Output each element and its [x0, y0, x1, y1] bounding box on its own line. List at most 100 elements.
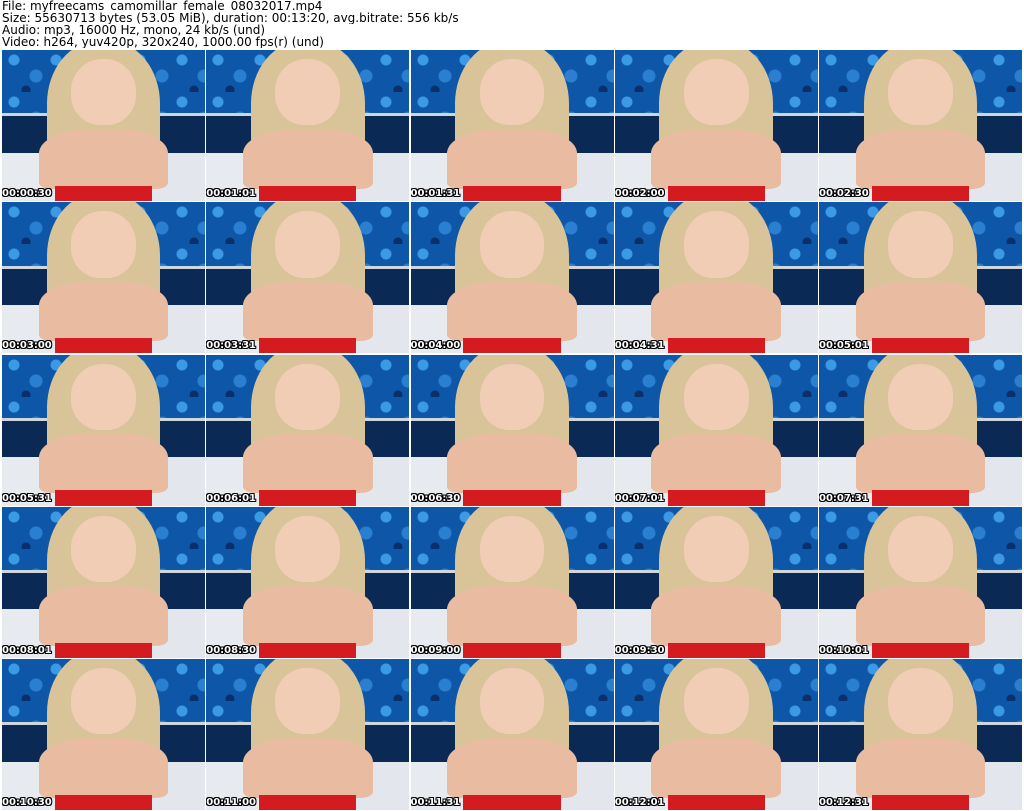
- body-shape: [38, 737, 169, 798]
- video-thumbnail: 00:01:31: [410, 50, 614, 201]
- red-top-shape: [259, 490, 357, 506]
- body-shape: [242, 433, 373, 494]
- body-shape: [38, 585, 169, 646]
- thumbnail-timestamp: 00:06:01: [206, 492, 256, 504]
- video-thumbnail: 00:10:30: [2, 659, 205, 810]
- video-thumbnail: 00:03:31: [206, 202, 410, 354]
- red-top-shape: [259, 794, 357, 810]
- body-shape: [651, 585, 782, 646]
- thumbnail-timestamp: 00:01:31: [410, 188, 461, 199]
- thumbnail-timestamp: 00:05:01: [819, 340, 869, 352]
- video-thumbnail: 00:12:31: [819, 659, 1022, 810]
- face-shape: [71, 363, 136, 430]
- thumbnail-timestamp: 00:00:30: [2, 188, 52, 199]
- thumbnail-timestamp: 00:08:01: [2, 644, 52, 656]
- red-top-shape: [54, 185, 153, 201]
- body-shape: [38, 128, 169, 189]
- face-shape: [683, 668, 749, 735]
- video-thumbnail: 00:09:30: [614, 506, 818, 658]
- video-thumbnail: 00:09:00: [410, 506, 614, 658]
- thumbnail-timestamp: 00:02:00: [614, 188, 665, 199]
- body-shape: [651, 433, 782, 494]
- face-shape: [683, 211, 749, 278]
- red-top-shape: [259, 338, 357, 354]
- face-shape: [683, 59, 749, 126]
- video-thumbnail: 00:01:01: [206, 50, 410, 201]
- file-size-line: Size: 55630713 bytes (53.05 MiB), durati…: [2, 12, 459, 24]
- body-shape: [242, 128, 373, 189]
- video-thumbnail: 00:08:01: [2, 506, 205, 658]
- video-thumbnail: 00:12:01: [614, 659, 818, 810]
- red-top-shape: [259, 185, 357, 201]
- thumbnail-timestamp: 00:06:30: [410, 492, 461, 504]
- thumbnail-timestamp: 00:11:00: [206, 797, 256, 808]
- thumbnail-timestamp: 00:12:01: [614, 797, 665, 808]
- file-name-line: File: myfreecams_camomillar_female_08032…: [2, 0, 323, 12]
- thumbnail-timestamp: 00:03:31: [206, 340, 256, 352]
- face-shape: [479, 515, 545, 583]
- body-shape: [447, 433, 577, 494]
- red-top-shape: [259, 642, 357, 658]
- video-thumbnail: 00:02:30: [819, 50, 1022, 201]
- red-top-shape: [463, 185, 561, 201]
- video-thumbnail: 00:04:31: [614, 202, 818, 354]
- thumbnail-timestamp: 00:01:01: [206, 188, 256, 199]
- body-shape: [855, 280, 986, 342]
- face-shape: [479, 668, 545, 735]
- file-info-header: File: myfreecams_camomillar_female_08032…: [2, 0, 1022, 50]
- red-top-shape: [871, 338, 970, 354]
- face-shape: [71, 515, 136, 583]
- video-thumbnail: 00:06:30: [410, 354, 614, 506]
- face-shape: [71, 211, 136, 278]
- body-shape: [855, 585, 986, 646]
- thumbnail-timestamp: 00:10:01: [819, 644, 869, 656]
- video-thumbnail: 00:06:01: [206, 354, 410, 506]
- red-top-shape: [667, 794, 765, 810]
- face-shape: [888, 515, 953, 583]
- video-thumbnail: 00:03:00: [2, 202, 205, 354]
- face-shape: [275, 59, 341, 126]
- video-thumbnail: 00:05:01: [819, 202, 1022, 354]
- thumbnail-timestamp: 00:09:00: [410, 644, 461, 656]
- body-shape: [651, 737, 782, 798]
- face-shape: [888, 668, 953, 735]
- face-shape: [479, 59, 545, 126]
- body-shape: [447, 585, 577, 646]
- body-shape: [38, 433, 169, 494]
- body-shape: [447, 128, 577, 189]
- red-top-shape: [463, 338, 561, 354]
- face-shape: [888, 363, 953, 430]
- thumbnail-timestamp: 00:07:01: [614, 492, 665, 504]
- body-shape: [242, 280, 373, 342]
- red-top-shape: [463, 490, 561, 506]
- thumbnail-timestamp: 00:10:30: [2, 797, 52, 808]
- thumbnail-grid: 00:00:30 00:01:01 00:01:31 00:02:00 00:02:30…: [2, 50, 1022, 810]
- red-top-shape: [871, 185, 970, 201]
- red-top-shape: [667, 338, 765, 354]
- red-top-shape: [54, 794, 153, 810]
- video-thumbnail: 00:04:00: [410, 202, 614, 354]
- video-thumbnail: 00:11:00: [206, 659, 410, 810]
- red-top-shape: [54, 490, 153, 506]
- body-shape: [242, 585, 373, 646]
- red-top-shape: [871, 642, 970, 658]
- face-shape: [888, 59, 953, 126]
- face-shape: [479, 363, 545, 430]
- body-shape: [855, 128, 986, 189]
- thumbnail-timestamp: 00:02:30: [819, 188, 869, 199]
- body-shape: [855, 737, 986, 798]
- video-thumbnail: 00:08:30: [206, 506, 410, 658]
- video-info-line: Video: h264, yuv420p, 320x240, 1000.00 f…: [2, 36, 324, 48]
- face-shape: [275, 668, 341, 735]
- thumbnail-timestamp: 00:07:31: [819, 492, 869, 504]
- video-thumbnail: 00:00:30: [2, 50, 205, 201]
- video-thumbnail: 00:10:01: [819, 506, 1022, 658]
- video-thumbnail: 00:07:31: [819, 354, 1022, 506]
- red-top-shape: [871, 794, 970, 810]
- video-thumbnail: 00:05:31: [2, 354, 205, 506]
- thumbnail-timestamp: 00:04:31: [614, 340, 665, 352]
- face-shape: [683, 515, 749, 583]
- face-shape: [275, 515, 341, 583]
- body-shape: [651, 280, 782, 342]
- face-shape: [275, 363, 341, 430]
